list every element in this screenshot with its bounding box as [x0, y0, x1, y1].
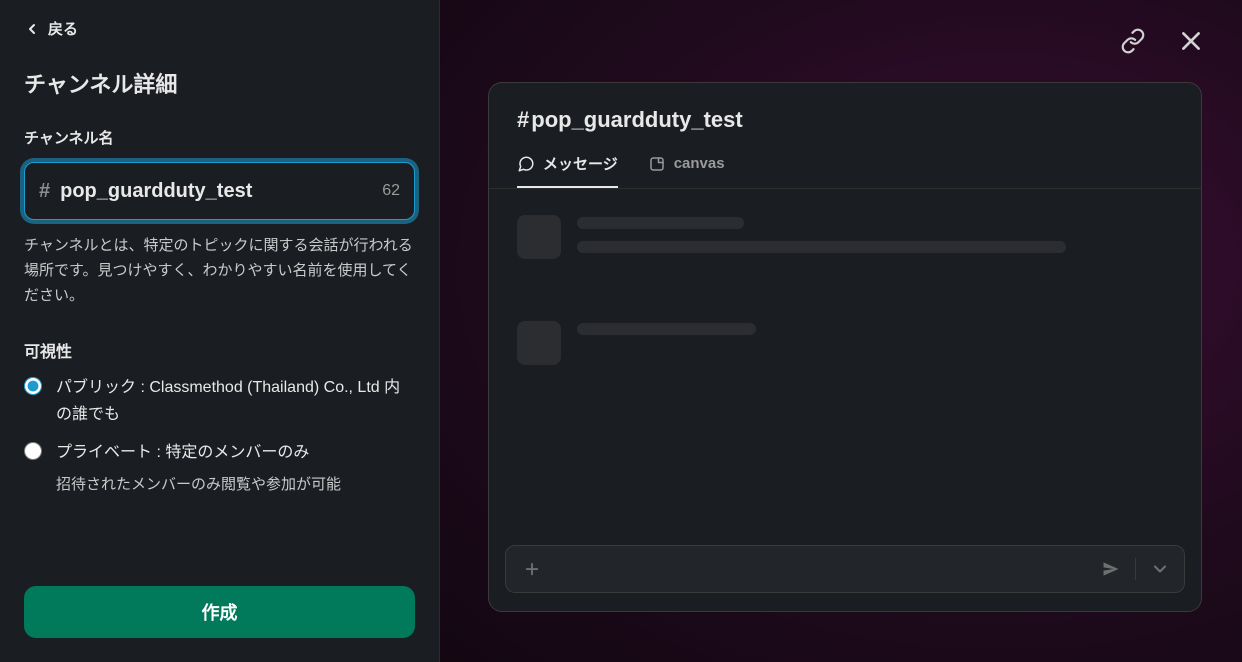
- send-options-button[interactable]: [1150, 559, 1170, 579]
- chevron-down-icon: [1150, 559, 1170, 579]
- tab-canvas-label: canvas: [674, 155, 725, 172]
- tab-messages[interactable]: メッセージ: [517, 145, 618, 188]
- close-button[interactable]: [1176, 26, 1206, 56]
- preview-channel-title: #pop_guardduty_test: [517, 107, 1173, 133]
- message-icon: [517, 155, 535, 173]
- create-button[interactable]: 作成: [24, 586, 415, 638]
- channel-name-remaining: 62: [382, 182, 400, 200]
- skeleton-line: [577, 217, 744, 229]
- visibility-private-radio[interactable]: [24, 442, 42, 460]
- skeleton-line: [577, 323, 756, 335]
- send-icon: [1101, 559, 1121, 579]
- visibility-public-label: パブリック : Classmethod (Thailand) Co., Ltd …: [56, 374, 415, 428]
- visibility-public-radio[interactable]: [24, 377, 42, 395]
- chevron-left-icon: [24, 21, 40, 37]
- plus-icon: [523, 560, 541, 578]
- visibility-private-sub: 招待されたメンバーのみ閲覧や参加が可能: [56, 472, 415, 498]
- message-composer[interactable]: [505, 545, 1185, 593]
- tab-canvas[interactable]: canvas: [648, 145, 725, 188]
- preview-channel-name: pop_guardduty_test: [531, 107, 742, 132]
- panel-title: チャンネル詳細: [24, 67, 415, 99]
- avatar-placeholder: [517, 321, 561, 365]
- tab-messages-label: メッセージ: [543, 153, 618, 174]
- hash-icon: #: [517, 107, 529, 132]
- channel-preview-card: #pop_guardduty_test メッセージ canvas: [488, 82, 1202, 612]
- close-icon: [1178, 28, 1204, 54]
- back-label: 戻る: [48, 18, 78, 39]
- divider: [1135, 558, 1136, 580]
- channel-name-label: チャンネル名: [24, 127, 415, 148]
- hash-icon: #: [39, 180, 50, 203]
- visibility-label: 可視性: [24, 338, 415, 362]
- canvas-icon: [648, 155, 666, 173]
- send-button[interactable]: [1101, 559, 1121, 579]
- avatar-placeholder: [517, 215, 561, 259]
- copy-link-button[interactable]: [1118, 26, 1148, 56]
- message-skeleton: [517, 321, 1173, 365]
- back-button[interactable]: 戻る: [24, 18, 415, 39]
- channel-name-field-wrapper[interactable]: # 62: [24, 162, 415, 220]
- visibility-private-label: プライベート : 特定のメンバーのみ: [56, 439, 309, 466]
- visibility-private-row[interactable]: プライベート : 特定のメンバーのみ: [24, 439, 415, 466]
- skeleton-line: [577, 241, 1066, 253]
- visibility-public-row[interactable]: パブリック : Classmethod (Thailand) Co., Ltd …: [24, 374, 415, 428]
- channel-name-input[interactable]: [60, 180, 374, 203]
- attach-button[interactable]: [520, 557, 544, 581]
- link-icon: [1120, 28, 1146, 54]
- channel-name-help: チャンネルとは、特定のトピックに関する会話が行われる場所です。見つけやすく、わか…: [24, 234, 415, 308]
- message-skeleton: [517, 215, 1173, 265]
